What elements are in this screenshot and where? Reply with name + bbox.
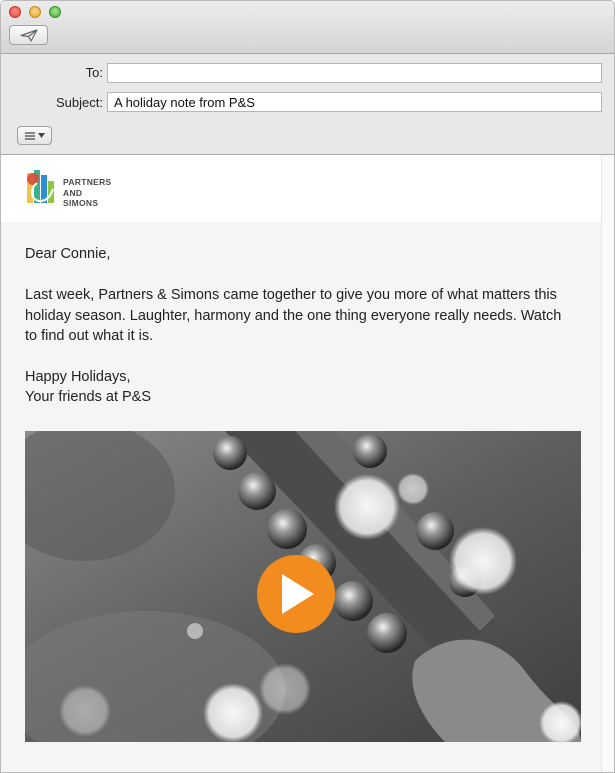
send-paper-plane-icon (19, 28, 38, 42)
subject-label: Subject: (56, 95, 103, 110)
logo-wordmark: PARTNERS AND SIMONS (63, 177, 112, 209)
signoff-line-1: Happy Holidays, (25, 369, 131, 385)
list-format-icon (24, 131, 35, 140)
mail-compose-window: To: Subject: PARTNERS AND (0, 0, 615, 773)
format-menu-button[interactable] (17, 126, 52, 145)
logo-header: PARTNERS AND SIMONS (1, 155, 601, 222)
partners-and-simons-logo-mark (27, 170, 54, 203)
message-paragraph: Last week, Partners & Simons came togeth… (25, 287, 562, 344)
subject-field[interactable] (107, 92, 602, 112)
send-button[interactable] (9, 25, 48, 45)
video-thumbnail[interactable] (25, 431, 581, 742)
close-window-button[interactable] (9, 6, 21, 18)
play-icon (282, 574, 314, 614)
signoff-line-2: Your friends at P&S (25, 389, 152, 405)
title-bar (1, 1, 614, 54)
compose-header: To: Subject: (1, 54, 614, 155)
logo-line-partners: PARTNERS (63, 177, 112, 187)
chevron-down-icon (37, 133, 45, 138)
zoom-window-button[interactable] (49, 6, 61, 18)
to-label: To: (85, 65, 103, 80)
greeting-text: Dear Connie, (25, 246, 111, 262)
logo-line-and: AND (63, 187, 83, 198)
vertical-scrollbar[interactable] (601, 155, 614, 772)
logo-line-simons: SIMONS (63, 198, 99, 208)
play-button[interactable] (257, 555, 335, 633)
minimize-window-button[interactable] (29, 6, 41, 18)
message-body: PARTNERS AND SIMONS Dear Connie, Last we… (1, 155, 601, 772)
to-field[interactable] (107, 63, 602, 83)
